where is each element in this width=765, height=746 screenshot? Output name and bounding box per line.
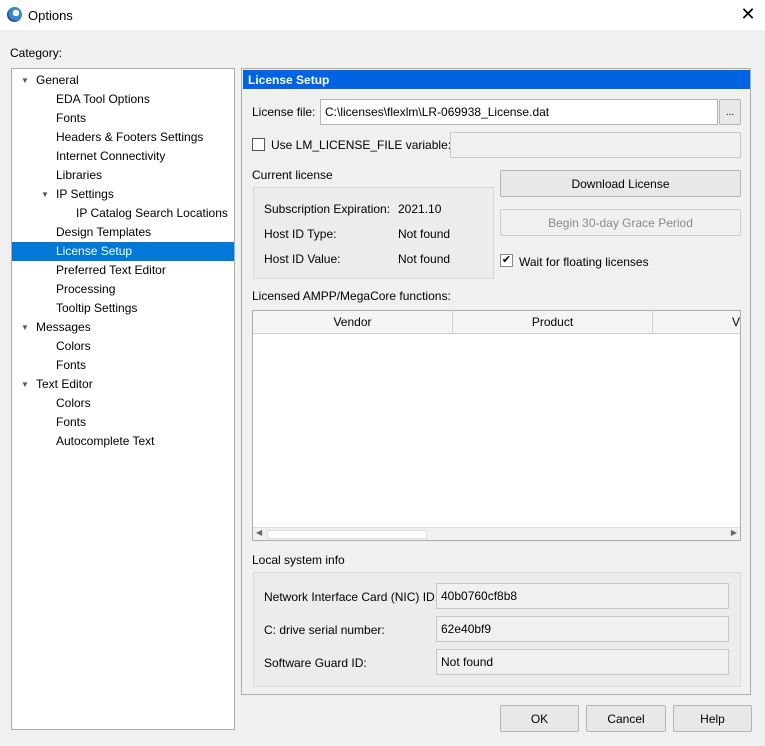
expand-arrow-icon[interactable]: ▼ [21, 318, 29, 337]
tree-item[interactable]: Autocomplete Text [12, 432, 234, 451]
tree-item[interactable]: Colors [12, 337, 234, 356]
scroll-left-icon[interactable]: ◀ [256, 528, 262, 537]
tree-item-label: Libraries [56, 168, 103, 182]
cancel-button[interactable]: Cancel [586, 705, 666, 732]
ok-button[interactable]: OK [500, 705, 579, 732]
tree-item[interactable]: ▼ Text Editor [12, 375, 234, 394]
drive-serial-label: C: drive serial number: [264, 623, 385, 637]
tree-item-label: Fonts [56, 415, 87, 429]
local-info-label: Local system info [252, 553, 345, 567]
horizontal-scrollbar[interactable]: ◀ ▶ [253, 527, 740, 540]
tree-item[interactable]: Headers & Footers Settings [12, 128, 234, 147]
tree-item[interactable]: Fonts [12, 356, 234, 375]
tree-item-label: Design Templates [56, 225, 152, 239]
current-license-label: Current license [252, 168, 333, 182]
sub-exp-label: Subscription Expiration: [264, 202, 391, 216]
guard-id-field[interactable]: Not found [436, 649, 729, 675]
use-lm-checkbox[interactable] [252, 138, 265, 151]
use-lm-label: Use LM_LICENSE_FILE variable: [271, 138, 452, 152]
tree-item[interactable]: EDA Tool Options [12, 90, 234, 109]
window-title: Options [28, 8, 73, 23]
tree-item[interactable]: ▼ IP Settings [12, 185, 234, 204]
tree-item[interactable]: Colors [12, 394, 234, 413]
nic-field[interactable]: 40b0760cf8b8 [436, 583, 729, 609]
tree-item-label: Fonts [56, 358, 87, 372]
licensed-functions-label: Licensed AMPP/MegaCore functions: [252, 289, 451, 303]
tree-item[interactable]: Tooltip Settings [12, 299, 234, 318]
scrollbar-thumb[interactable] [267, 530, 427, 539]
tree-item[interactable]: License Setup [12, 242, 234, 261]
column-header-vendor[interactable]: Vendor [253, 311, 453, 334]
column-header-version[interactable]: V [653, 311, 740, 334]
expand-arrow-icon[interactable]: ▼ [21, 71, 29, 90]
tree-item-label: Headers & Footers Settings [56, 130, 204, 144]
tree-item-label: IP Settings [56, 187, 114, 201]
sub-exp-value: 2021.10 [398, 202, 442, 216]
tree-item[interactable]: Fonts [12, 413, 234, 432]
help-button[interactable]: Help [673, 705, 752, 732]
tree-item-label: Preferred Text Editor [56, 263, 166, 277]
licensed-functions-table[interactable]: Vendor Product V ◀ ▶ [252, 310, 741, 541]
tree-item[interactable]: Internet Connectivity [12, 147, 234, 166]
tree-item[interactable]: Preferred Text Editor [12, 261, 234, 280]
wait-floating-checkbox[interactable]: ✔ [500, 254, 513, 267]
tree-item-label: Internet Connectivity [56, 149, 166, 163]
app-icon [7, 7, 22, 22]
tree-item-label: Messages [36, 320, 91, 334]
tree-item[interactable]: IP Catalog Search Locations [12, 204, 234, 223]
tree-item-label: Tooltip Settings [56, 301, 138, 315]
guard-id-label: Software Guard ID: [264, 656, 367, 670]
checkmark-icon: ✔ [501, 254, 512, 266]
tree-item[interactable]: Libraries [12, 166, 234, 185]
tree-item-label: Processing [56, 282, 116, 296]
tree-item[interactable]: ▼ General [12, 71, 234, 90]
tree-item-label: Text Editor [36, 377, 93, 391]
nic-label: Network Interface Card (NIC) ID: [264, 590, 439, 604]
tree-item-label: License Setup [56, 244, 133, 258]
license-file-input[interactable]: C:\licenses\flexlm\LR-069938_License.dat [320, 99, 718, 125]
download-license-button[interactable]: Download License [500, 170, 741, 197]
host-value-value: Not found [398, 252, 451, 266]
drive-serial-field[interactable]: 62e40bf9 [436, 616, 729, 642]
tree-item-label: EDA Tool Options [56, 92, 150, 106]
column-header-product[interactable]: Product [453, 311, 653, 334]
tree-item-label: Autocomplete Text [56, 434, 155, 448]
category-tree[interactable]: ▼ General EDA Tool Options Fonts Headers & F… [11, 68, 235, 730]
tree-item-label: Colors [56, 396, 91, 410]
category-label: Category: [10, 46, 63, 60]
wait-floating-label: Wait for floating licenses [519, 255, 649, 269]
tree-item[interactable]: Design Templates [12, 223, 234, 242]
tree-item-label: General [36, 73, 79, 87]
host-type-label: Host ID Type: [264, 227, 337, 241]
license-file-label: License file: [252, 105, 316, 119]
host-value-label: Host ID Value: [264, 252, 341, 266]
close-icon[interactable]: ✕ [738, 4, 758, 25]
browse-button[interactable]: ... [719, 99, 741, 125]
panel-header: License Setup [243, 70, 750, 89]
tree-item-label: Colors [56, 339, 91, 353]
host-type-value: Not found [398, 227, 451, 241]
tree-item[interactable]: Fonts [12, 109, 234, 128]
tree-item-label: IP Catalog Search Locations [76, 206, 228, 220]
expand-arrow-icon[interactable]: ▼ [21, 375, 29, 394]
expand-arrow-icon[interactable]: ▼ [41, 185, 49, 204]
lm-license-input[interactable] [450, 132, 741, 158]
grace-period-button[interactable]: Begin 30-day Grace Period [500, 209, 741, 236]
title-bar: Options ✕ [0, 0, 765, 30]
tree-item[interactable]: ▼ Messages [12, 318, 234, 337]
tree-item-label: Fonts [56, 111, 87, 125]
scroll-right-icon[interactable]: ▶ [731, 528, 737, 537]
tree-item[interactable]: Processing [12, 280, 234, 299]
